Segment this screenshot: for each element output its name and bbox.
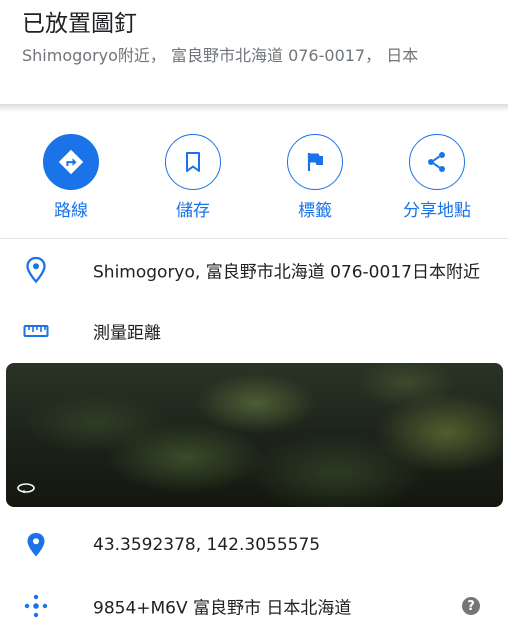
ruler-icon xyxy=(22,317,50,345)
action-bar: 路線 儲存 標籤 分享地點 xyxy=(0,118,508,238)
divider xyxy=(0,238,508,239)
address-row[interactable]: Shimogoryo, 富良野市北海道 076-0017日本附近 xyxy=(0,240,508,300)
directions-label: 路線 xyxy=(54,201,88,221)
share-label: 分享地點 xyxy=(403,201,471,221)
header-shadow xyxy=(0,104,508,112)
location-pin-filled-icon xyxy=(22,531,50,559)
measure-distance-text: 測量距離 xyxy=(93,323,161,344)
directions-button[interactable]: 路線 xyxy=(21,132,121,232)
save-label: 儲存 xyxy=(176,201,210,221)
label-button[interactable]: 標籤 xyxy=(265,132,365,232)
share-icon xyxy=(409,134,465,190)
place-title: 已放置圖釘 xyxy=(22,11,137,37)
place-header: 已放置圖釘 Shimogoryo附近， 富良野市北海道 076-0017， 日本 xyxy=(0,0,508,108)
bookmark-icon xyxy=(165,134,221,190)
location-pin-icon xyxy=(22,256,50,284)
flag-icon xyxy=(287,134,343,190)
coordinates-text: 43.3592378, 142.3055575 xyxy=(93,535,321,555)
directions-icon xyxy=(43,134,99,190)
place-subtitle: Shimogoryo附近， 富良野市北海道 076-0017， 日本 xyxy=(22,46,419,65)
street-view-360-icon xyxy=(17,483,35,494)
help-icon[interactable]: ? xyxy=(462,597,480,615)
save-button[interactable]: 儲存 xyxy=(143,132,243,232)
plus-code-icon xyxy=(22,592,50,620)
street-view-thumbnail[interactable] xyxy=(6,363,503,507)
measure-distance-row[interactable]: 測量距離 xyxy=(0,301,508,361)
share-button[interactable]: 分享地點 xyxy=(387,132,487,232)
plus-code-row[interactable]: 9854+M6V 富良野市 日本北海道 ? xyxy=(0,576,508,636)
label-label: 標籤 xyxy=(298,201,332,221)
plus-code-text: 9854+M6V 富良野市 日本北海道 xyxy=(93,598,352,619)
address-text: Shimogoryo, 富良野市北海道 076-0017日本附近 xyxy=(93,262,480,283)
coordinates-row[interactable]: 43.3592378, 142.3055575 xyxy=(0,515,508,575)
